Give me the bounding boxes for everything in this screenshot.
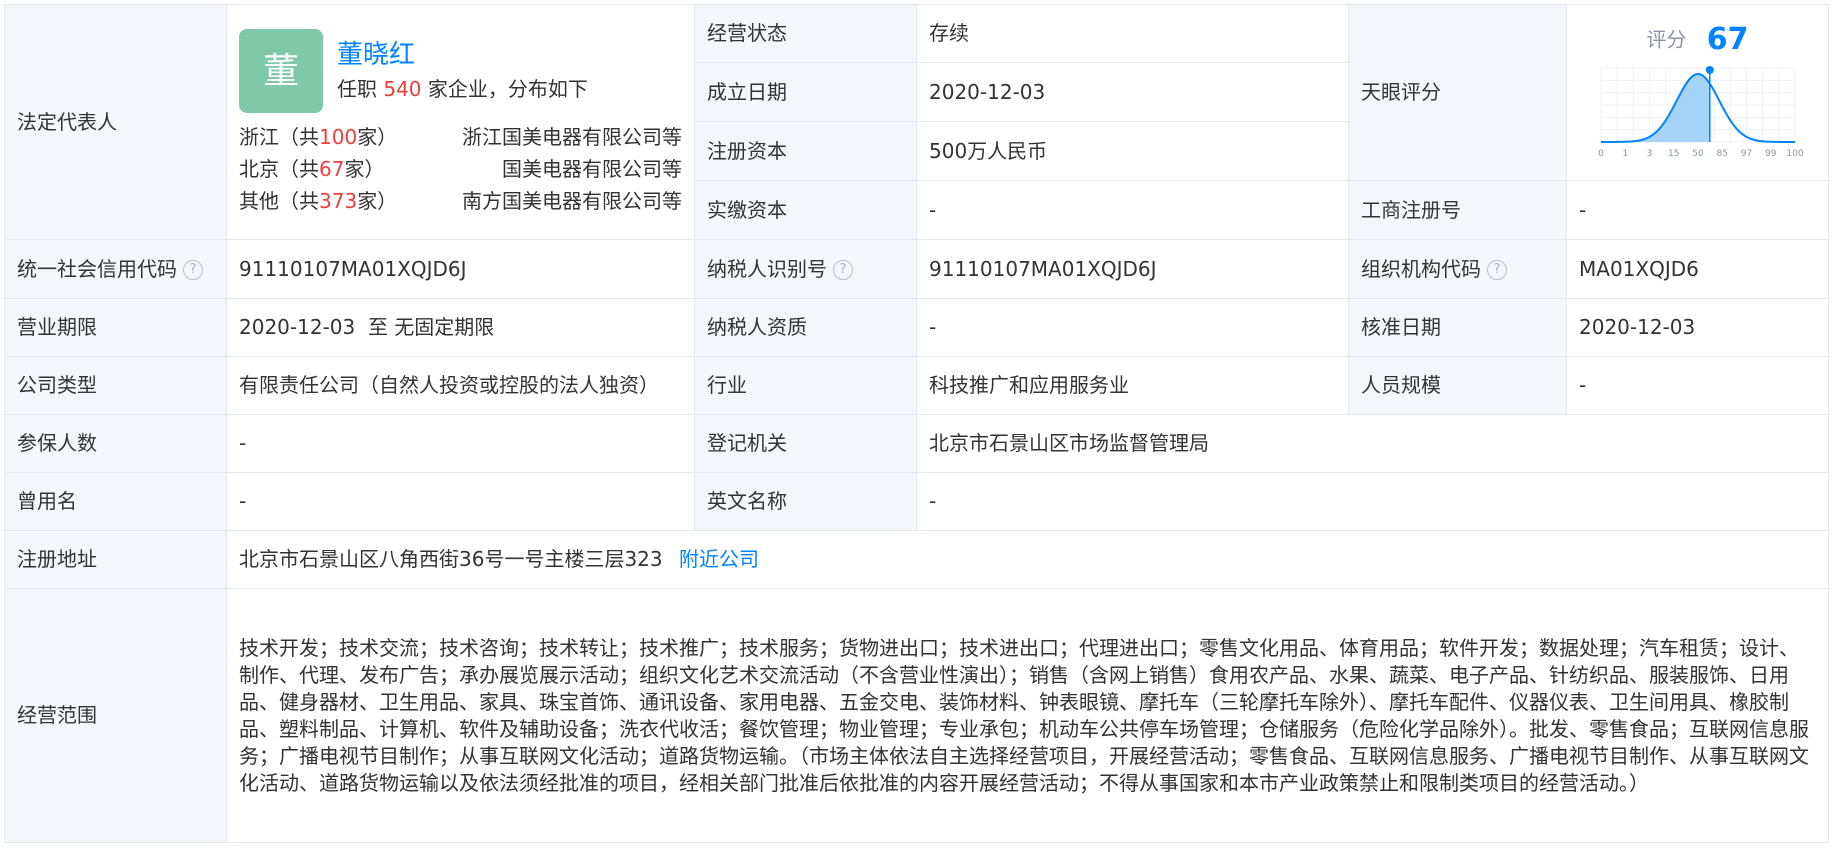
taxpayer-id-value: 91110107MA01XQJD6J xyxy=(916,239,1349,299)
axis-tick-label: 99 xyxy=(1765,149,1777,159)
nearby-companies-link[interactable]: 附近公司 xyxy=(679,547,759,571)
reg-number-label: 工商注册号 xyxy=(1348,180,1567,240)
help-icon[interactable]: ? xyxy=(183,260,203,280)
company-info-table: 法定代表人 董 董晓红 任职 540 家企业，分布如下 浙江（共100家） 浙江… xyxy=(4,4,1829,843)
distribution-region: 浙江（共100家） xyxy=(239,125,398,149)
taxpayer-qual-value: - xyxy=(916,298,1349,357)
credit-code-label-text: 统一社会信用代码 xyxy=(17,256,177,281)
address-label: 注册地址 xyxy=(4,530,227,589)
legal-rep-cell: 董 董晓红 任职 540 家企业，分布如下 浙江（共100家） 浙江国美电器有限… xyxy=(226,4,695,240)
axis-tick-label: 100 xyxy=(1786,149,1803,159)
office-suffix: 家企业，分布如下 xyxy=(427,77,588,101)
taxpayer-id-label-text: 纳税人识别号 xyxy=(707,256,827,281)
distribution-company[interactable]: 南方国美电器有限公司等 xyxy=(462,185,682,217)
tianyan-score-cell[interactable]: 评分 67 0 1 3 15 50 85 97 99 100 xyxy=(1566,4,1829,181)
score-value: 67 xyxy=(1706,21,1749,57)
scope-value: 技术开发；技术交流；技术咨询；技术转让；技术推广；技术服务；货物进出口；技术进出… xyxy=(226,588,1829,843)
paid-capital-label: 实缴资本 xyxy=(694,180,917,240)
distribution-region: 其他（共373家） xyxy=(239,189,398,213)
org-code-label: 组织机构代码? xyxy=(1348,239,1567,299)
org-code-value: MA01XQJD6 xyxy=(1566,239,1829,299)
distribution-row[interactable]: 北京（共67家） 国美电器有限公司等 xyxy=(239,153,682,185)
score-label: 评分 xyxy=(1646,27,1687,52)
axis-tick-label: 1 xyxy=(1622,149,1628,159)
legal-rep-label: 法定代表人 xyxy=(4,4,227,240)
staff-size-value: - xyxy=(1566,356,1829,415)
axis-tick-label: 85 xyxy=(1716,149,1727,159)
distribution-row[interactable]: 浙江（共100家） 浙江国美电器有限公司等 xyxy=(239,121,682,153)
legal-rep-name[interactable]: 董晓红 xyxy=(337,38,588,72)
scope-label: 经营范围 xyxy=(4,588,227,843)
axis-tick-label: 3 xyxy=(1646,149,1652,159)
company-type-label: 公司类型 xyxy=(4,356,227,415)
score-distribution-chart: 0 1 3 15 50 85 97 99 100 xyxy=(1598,65,1803,159)
legal-rep-avatar[interactable]: 董 xyxy=(239,29,323,113)
term-value: 2020-12-03 至 无固定期限 xyxy=(226,298,695,357)
axis-tick-label: 50 xyxy=(1692,149,1704,159)
axis-tick-label: 15 xyxy=(1668,149,1679,159)
legal-rep-distribution: 浙江（共100家） 浙江国美电器有限公司等 北京（共67家） 国美电器有限公司等… xyxy=(239,121,682,221)
reg-number-value: - xyxy=(1566,180,1829,240)
address-cell: 北京市石景山区八角西街36号一号主楼三层323 附近公司 xyxy=(226,530,1829,589)
former-name-value: - xyxy=(226,472,695,531)
approval-date-value: 2020-12-03 xyxy=(1566,298,1829,357)
reg-authority-label: 登记机关 xyxy=(694,414,917,473)
term-label: 营业期限 xyxy=(4,298,227,357)
established-value: 2020-12-03 xyxy=(916,62,1349,122)
distribution-company[interactable]: 浙江国美电器有限公司等 xyxy=(462,121,682,153)
former-name-label: 曾用名 xyxy=(4,472,227,531)
registered-capital-label: 注册资本 xyxy=(694,121,917,181)
axis-tick-label: 0 xyxy=(1598,149,1604,159)
business-status-value: 存续 xyxy=(916,4,1349,63)
business-status-label: 经营状态 xyxy=(694,4,917,63)
axis-tick-label: 97 xyxy=(1740,149,1751,159)
tianyan-score-label: 天眼评分 xyxy=(1348,4,1567,181)
distribution-company[interactable]: 国美电器有限公司等 xyxy=(502,153,682,185)
approval-date-label: 核准日期 xyxy=(1348,298,1567,357)
company-type-value: 有限责任公司（自然人投资或控股的法人独资） xyxy=(226,356,695,415)
insured-value: - xyxy=(226,414,695,473)
help-icon[interactable]: ? xyxy=(1487,260,1507,280)
registered-capital-value: 500万人民币 xyxy=(916,121,1349,181)
distribution-region: 北京（共67家） xyxy=(239,157,385,181)
taxpayer-id-label: 纳税人识别号? xyxy=(694,239,917,299)
taxpayer-qual-label: 纳税人资质 xyxy=(694,298,917,357)
english-name-value: - xyxy=(916,472,1829,531)
help-icon[interactable]: ? xyxy=(833,260,853,280)
address-value: 北京市石景山区八角西街36号一号主楼三层323 xyxy=(239,547,663,571)
english-name-label: 英文名称 xyxy=(694,472,917,531)
credit-code-label: 统一社会信用代码? xyxy=(4,239,227,299)
insured-label: 参保人数 xyxy=(4,414,227,473)
office-prefix: 任职 xyxy=(337,77,377,101)
credit-code-value: 91110107MA01XQJD6J xyxy=(226,239,695,299)
industry-label: 行业 xyxy=(694,356,917,415)
reg-authority-value: 北京市石景山区市场监督管理局 xyxy=(916,414,1829,473)
distribution-row[interactable]: 其他（共373家） 南方国美电器有限公司等 xyxy=(239,185,682,217)
established-label: 成立日期 xyxy=(694,62,917,122)
paid-capital-value: - xyxy=(916,180,1349,240)
org-code-label-text: 组织机构代码 xyxy=(1361,256,1481,281)
industry-value: 科技推广和应用服务业 xyxy=(916,356,1349,415)
legal-rep-office-summary: 任职 540 家企业，分布如下 xyxy=(337,74,588,104)
office-count: 540 xyxy=(383,77,422,101)
staff-size-label: 人员规模 xyxy=(1348,356,1567,415)
